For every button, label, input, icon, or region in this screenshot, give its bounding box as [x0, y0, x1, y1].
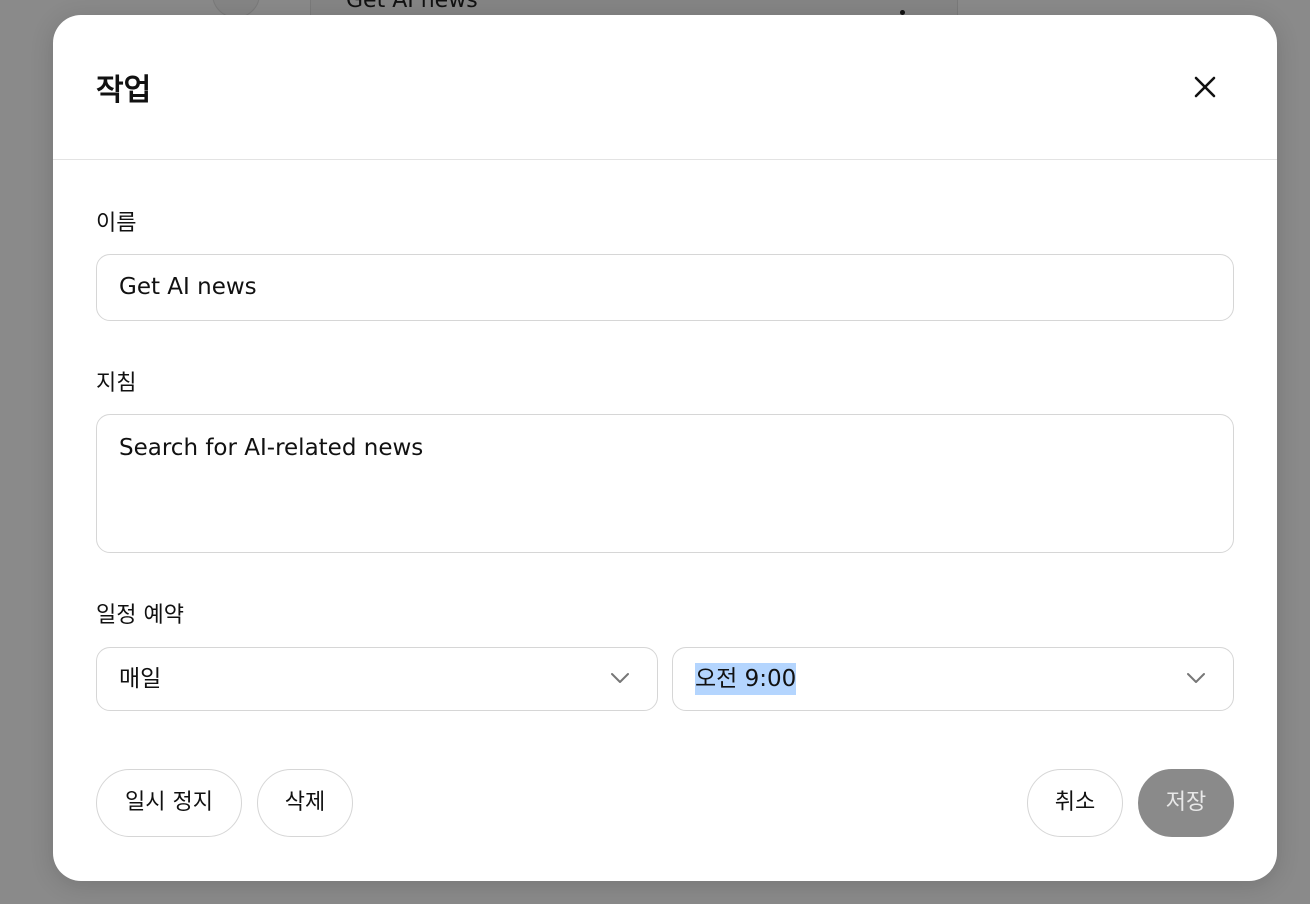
close-icon [1194, 76, 1216, 98]
background-task-title: Get AI news [346, 0, 478, 13]
name-input[interactable]: Get AI news [96, 254, 1234, 321]
dialog-header: 작업 [53, 15, 1277, 160]
dialog-title: 작업 [96, 73, 152, 108]
instructions-label: 지침 [96, 371, 137, 396]
delete-button[interactable]: 삭제 [257, 769, 353, 837]
save-button[interactable]: 저장 [1138, 769, 1234, 837]
time-select[interactable]: 오전 9:00 [672, 647, 1234, 711]
close-button[interactable] [1189, 71, 1221, 103]
time-value: 오전 9:00 [695, 663, 797, 695]
instructions-textarea[interactable]: Search for AI-related news [96, 414, 1234, 553]
name-label: 이름 [96, 211, 137, 236]
task-dialog: 작업 이름 Get AI news 지침 Search for AI-relat… [53, 15, 1277, 881]
frequency-select[interactable]: 매일 [96, 647, 658, 711]
frequency-value: 매일 [119, 666, 162, 692]
schedule-label: 일정 예약 [96, 603, 184, 628]
chevron-down-icon [611, 673, 629, 683]
pause-button[interactable]: 일시 정지 [96, 769, 242, 837]
chevron-down-icon [1187, 673, 1205, 683]
cancel-button[interactable]: 취소 [1027, 769, 1123, 837]
